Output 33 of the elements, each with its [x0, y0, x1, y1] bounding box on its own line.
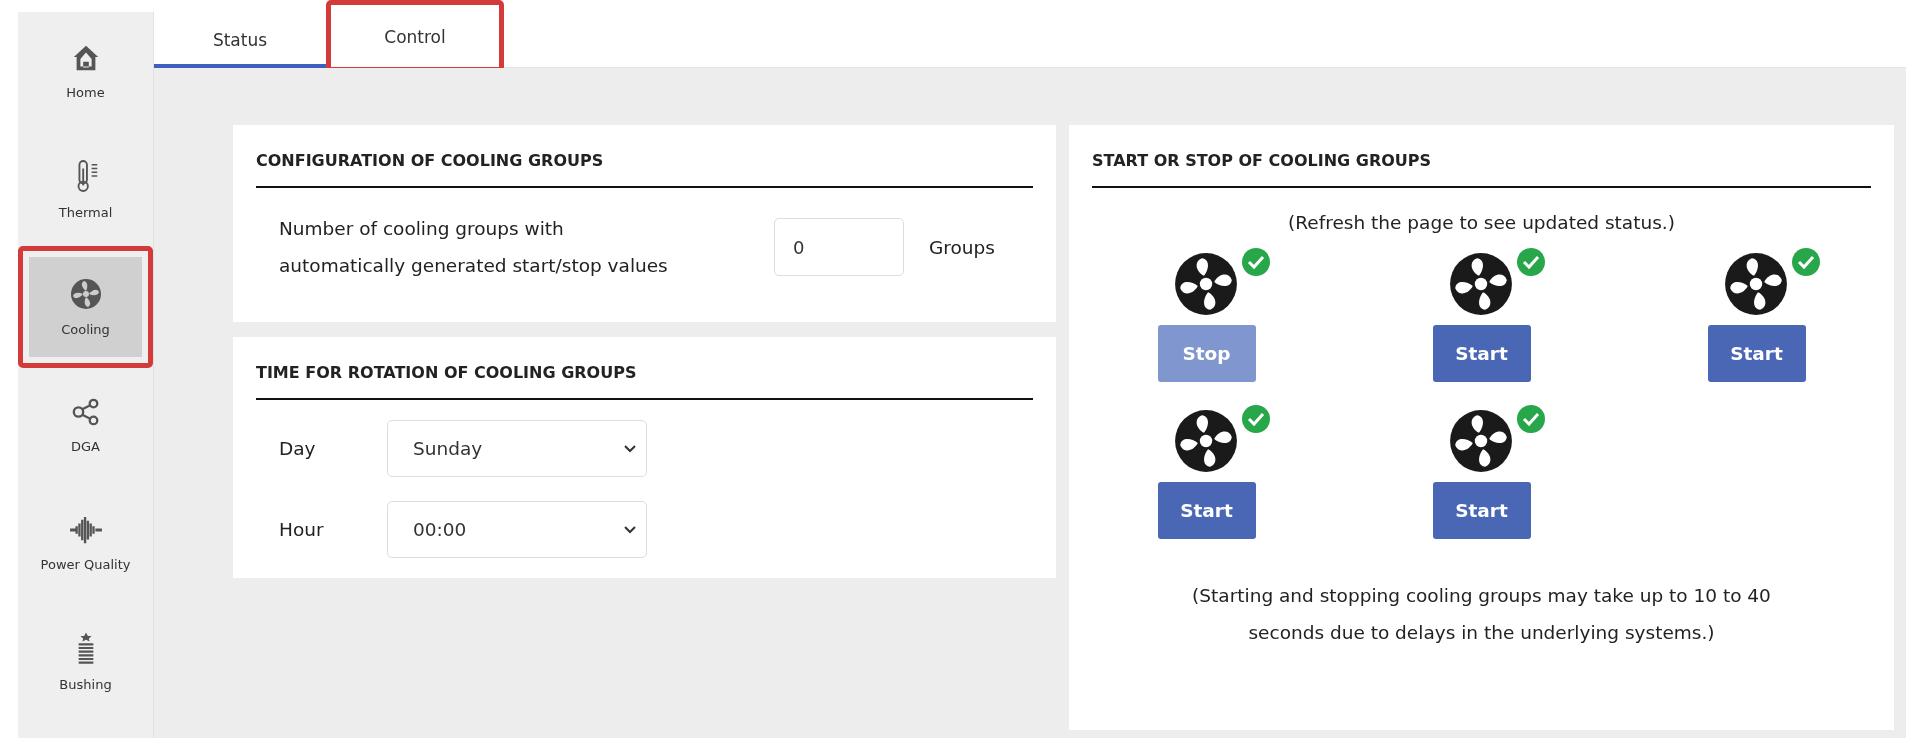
- fan-icon: [1172, 408, 1239, 474]
- tab[interactable]: Control: [335, 13, 495, 61]
- unit-label: Groups: [929, 236, 995, 258]
- fan-icon: [1722, 251, 1789, 317]
- field-label: Hour: [279, 519, 325, 540]
- sidebar-item[interactable]: Power Quality: [29, 489, 142, 597]
- sidebar-item[interactable]: Thermal: [29, 135, 142, 243]
- note-text: (Starting and stopping cooling groups may take up to 10 to 40 seconds due to delays in the underlying systems.): [1191, 584, 1772, 645]
- section-title: CONFIGURATION OF COOLING GROUPS: [256, 151, 605, 172]
- group-button[interactable]: Start: [1432, 325, 1531, 382]
- dropdown[interactable]: Sunday: [387, 420, 647, 477]
- dropdown[interactable]: 00:00: [387, 501, 647, 558]
- sidebar-item[interactable]: Bushing: [29, 607, 142, 715]
- fan-icon: [1447, 408, 1514, 474]
- section-title: START OR STOP OF COOLING GROUPS: [1092, 151, 1433, 172]
- sidebar-item[interactable]: Cooling: [29, 257, 142, 357]
- fan-icon: [1447, 251, 1514, 317]
- chevron-down-icon: [624, 525, 636, 534]
- group-button[interactable]: Start: [1157, 482, 1256, 539]
- group-button[interactable]: Start: [1707, 325, 1806, 382]
- sidebar-item[interactable]: Home: [29, 17, 142, 125]
- number-field[interactable]: 0: [774, 218, 904, 276]
- fan-icon: [1172, 251, 1239, 317]
- fan-icon: [69, 277, 102, 310]
- waveform-icon: [68, 514, 103, 545]
- group-button[interactable]: Start: [1432, 482, 1531, 539]
- field-label: Number of cooling groups with automatically generated start/stop values: [279, 217, 669, 278]
- note-text: (Refresh the page to see updated status.): [1287, 212, 1676, 233]
- nodes-icon: [70, 396, 101, 427]
- chevron-down-icon: [624, 444, 636, 453]
- sidebar-item[interactable]: DGA: [29, 371, 142, 479]
- section-title: TIME FOR ROTATION OF COOLING GROUPS: [256, 363, 638, 384]
- field-label: Day: [279, 438, 317, 459]
